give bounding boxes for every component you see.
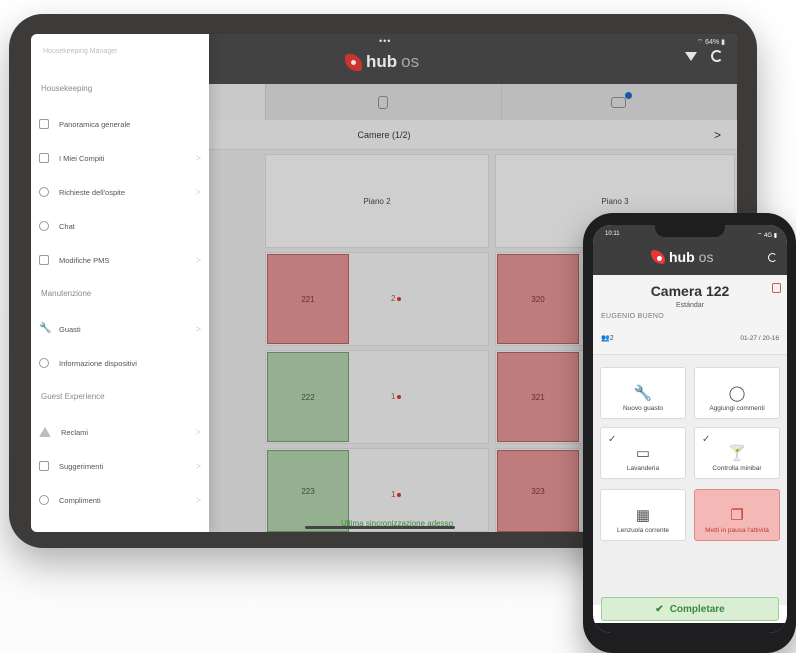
chevron-right-icon: > xyxy=(195,324,201,334)
phone-status-signal: ⌔ 4G ▮ xyxy=(756,233,777,239)
bed-icon: ▭ xyxy=(635,445,651,462)
wrench-icon: 🔧 xyxy=(633,385,653,402)
section-manutenzione: Manutenzione xyxy=(41,289,92,298)
room-type: Estándar xyxy=(675,302,705,309)
checkmark-icon: ✔ xyxy=(655,603,664,615)
navigation-drawer: Housekeeping Manager Housekeeping Panora… xyxy=(31,34,209,532)
lightbulb-icon xyxy=(39,461,49,471)
chevron-right-icon: > xyxy=(195,153,201,163)
menu-item-chat[interactable]: Chat xyxy=(39,215,201,237)
menu-item-guasti[interactable]: 🔧 Guasti > xyxy=(39,318,201,340)
drawer-title: Housekeeping Manager xyxy=(43,48,118,55)
chevron-right-icon: > xyxy=(195,461,201,471)
marketing-stage: ••• ⌔ 64% ▮ hub os Camere (1/2) > Piano … xyxy=(0,0,796,653)
menu-item-reclami[interactable]: Reclami > xyxy=(39,421,201,443)
check-icon: ✓ xyxy=(608,434,617,445)
chevron-right-icon: > xyxy=(195,255,201,265)
star-icon xyxy=(39,495,49,505)
logo-text: hub xyxy=(669,249,695,265)
menu-item-richieste[interactable]: Richieste dell'ospite > xyxy=(39,181,201,203)
stay-dates: 01-27 / 20-16 xyxy=(740,335,779,342)
pausa-attivita-button[interactable]: ❐ Metti in pausa l'attività xyxy=(694,489,780,541)
pause-document-icon: ❐ xyxy=(730,507,744,524)
room-title: Camera 122 xyxy=(650,283,730,299)
hub-logo-icon xyxy=(651,250,665,264)
guest-name: EUGENIO BUENO xyxy=(601,313,665,320)
sync-icon[interactable] xyxy=(768,253,777,262)
menu-item-modifiche-pms[interactable]: Modifiche PMS > xyxy=(39,249,201,271)
chevron-right-icon: > xyxy=(195,495,201,505)
actions-grid: 🔧 Nuovo guasto ◯ Aggiungi commenti ✓ ▭ L… xyxy=(593,355,787,605)
checkbox-icon xyxy=(39,153,49,163)
menu-item-panoramica[interactable]: Panoramica generale xyxy=(39,113,201,135)
calculator-icon: ▦ xyxy=(635,507,651,524)
document-icon xyxy=(39,255,49,265)
phone-nav-bar xyxy=(593,623,787,633)
device-icon xyxy=(39,358,49,368)
menu-item-suggerimenti[interactable]: Suggerimenti > xyxy=(39,455,201,477)
phone-device: 10:11 ⌔ 4G ▮ hub os Camera 122 Estándar … xyxy=(583,213,796,653)
lavanderia-button[interactable]: ✓ ▭ Lavanderia xyxy=(600,427,686,479)
section-guest-experience: Guest Experience xyxy=(41,392,105,401)
room-detail-card: Camera 122 Estándar EUGENIO BUENO 👥2 01-… xyxy=(593,275,787,355)
guest-count: 👥2 xyxy=(601,335,614,342)
phone-status-time: 10:11 xyxy=(605,231,620,237)
menu-item-dispositivi[interactable]: Informazione dispositivi xyxy=(39,352,201,374)
section-housekeeping: Housekeeping xyxy=(41,84,93,93)
nuovo-guasto-button[interactable]: 🔧 Nuovo guasto xyxy=(600,367,686,419)
controlla-minibar-button[interactable]: ✓ 🍸 Controlla minibar xyxy=(694,427,780,479)
aggiungi-commenti-button[interactable]: ◯ Aggiungi commenti xyxy=(694,367,780,419)
logo-suffix: os xyxy=(698,249,714,265)
person-icon xyxy=(39,187,49,197)
phone-header: 10:11 ⌔ 4G ▮ hub os xyxy=(593,225,787,275)
grid-icon xyxy=(39,119,49,129)
persons-count: 2 xyxy=(609,335,614,342)
chat-icon xyxy=(39,221,49,231)
phone-screen: 10:11 ⌔ 4G ▮ hub os Camera 122 Estándar … xyxy=(593,225,787,633)
comment-icon: ◯ xyxy=(728,385,746,402)
menu-item-compiti[interactable]: I Miei Compiti > xyxy=(39,147,201,169)
cocktail-icon: 🍸 xyxy=(727,445,747,462)
phone-app-logo: hub os xyxy=(651,249,713,265)
menu-item-complimenti[interactable]: Complimenti > xyxy=(39,489,201,511)
chevron-right-icon: > xyxy=(195,187,201,197)
warning-icon xyxy=(39,427,51,437)
bookmark-icon[interactable] xyxy=(772,283,781,293)
wrench-icon: 🔧 xyxy=(39,323,52,334)
phone-notch xyxy=(655,225,725,237)
home-indicator xyxy=(305,526,455,529)
check-icon: ✓ xyxy=(702,434,711,445)
complete-button[interactable]: ✔ Completare xyxy=(601,597,779,621)
lenzuola-button[interactable]: ▦ Lenzuola corrente xyxy=(600,489,686,541)
chevron-right-icon: > xyxy=(195,427,201,437)
